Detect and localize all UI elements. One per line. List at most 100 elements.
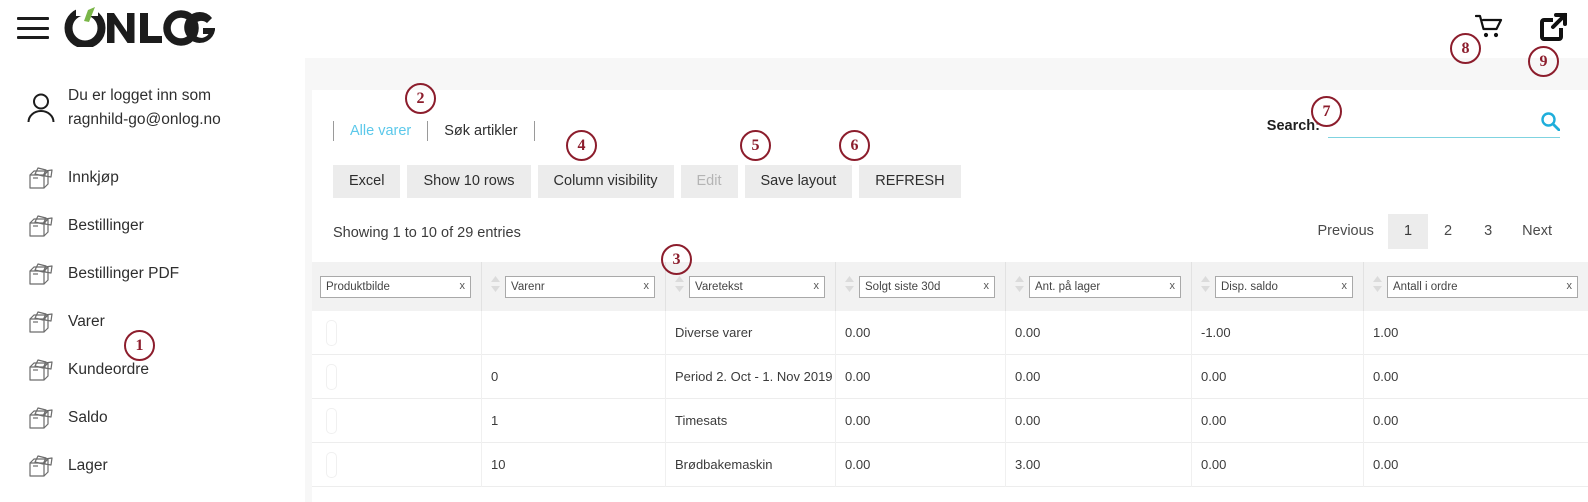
cell-produktbilde — [312, 442, 482, 487]
clear-filter-icon[interactable]: x — [460, 281, 471, 292]
top-bar — [0, 0, 1588, 58]
sidebar-item-label: Bestillinger — [68, 217, 144, 235]
column-filter-text: Produktbilde — [326, 280, 390, 293]
clear-filter-icon[interactable]: x — [814, 281, 825, 292]
column-filter-varetekst[interactable]: Varetekst x — [689, 275, 825, 298]
sidebar-item-bestillinger[interactable]: Bestillinger — [0, 202, 305, 250]
cell-antall-i-ordre: 0.00 — [1373, 457, 1399, 472]
box-icon — [18, 261, 64, 287]
cell-varenr: 0 — [482, 354, 666, 399]
sort-icon[interactable] — [1200, 275, 1211, 298]
hamburger-bar — [17, 36, 49, 39]
app-root: Du er logget inn som ragnhild-go@onlog.n… — [0, 0, 1588, 502]
clear-filter-icon[interactable]: x — [1567, 281, 1578, 292]
tab-sok-artikler[interactable]: Søk artikler — [428, 121, 533, 141]
main-content: Alle varer Søk artikler Search: Excel Sh… — [305, 58, 1588, 502]
sort-icon[interactable] — [674, 275, 685, 298]
pagination-page-2[interactable]: 2 — [1428, 214, 1468, 249]
sidebar-item-label: Varer — [68, 313, 105, 331]
cell-ant-pa-lager: 0.00 — [1006, 310, 1192, 355]
user-greeting: Du er logget inn som — [68, 87, 212, 104]
cell-produktbilde — [312, 310, 482, 355]
sort-icon[interactable] — [1014, 275, 1025, 298]
box-icon — [18, 453, 64, 479]
cell-disp-saldo: 0.00 — [1192, 442, 1364, 487]
column-visibility-button[interactable]: Column visibility — [537, 165, 674, 198]
column-filter-antall-i-ordre[interactable]: Antall i ordre x — [1387, 275, 1578, 298]
table-row[interactable]: 1 Timesats 0.00 0.00 0.00 0.00 — [312, 398, 1588, 443]
table-header-solgt-siste-30d[interactable]: Solgt siste 30d x — [836, 262, 1006, 311]
tab-alle-varer[interactable]: Alle varer — [334, 121, 427, 141]
search-input[interactable] — [1328, 114, 1560, 138]
hamburger-bar — [17, 26, 49, 30]
image-placeholder-icon — [326, 407, 337, 434]
column-filter-produktbilde[interactable]: Produktbilde x — [320, 275, 471, 298]
user-info: Du er logget inn som ragnhild-go@onlog.n… — [68, 84, 221, 132]
sidebar-item-label: Saldo — [68, 409, 108, 427]
sidebar-item-label: Bestillinger PDF — [68, 265, 180, 283]
sort-icon[interactable] — [844, 275, 855, 298]
sidebar: Du er logget inn som ragnhild-go@onlog.n… — [0, 58, 305, 502]
cell-varetekst: Diverse varer — [666, 310, 836, 355]
search-label: Search: — [1266, 118, 1320, 134]
table-header-produktbilde[interactable]: Produktbilde x — [312, 262, 482, 311]
table-row[interactable]: Diverse varer 0.00 0.00 -1.00 1.00 — [312, 310, 1588, 355]
pagination-previous[interactable]: Previous — [1304, 214, 1388, 249]
pagination-next[interactable]: Next — [1508, 214, 1566, 249]
cell-varenr — [482, 310, 666, 355]
image-placeholder-icon — [326, 363, 337, 390]
onlog-logo[interactable] — [64, 4, 216, 50]
hamburger-menu-icon[interactable] — [17, 13, 49, 43]
top-bar-icons — [1472, 10, 1570, 44]
cell-produktbilde — [312, 398, 482, 443]
logout-external-link-icon[interactable] — [1536, 10, 1570, 44]
annotation-badge-5: 5 — [740, 130, 771, 161]
column-filter-disp-saldo[interactable]: Disp. saldo x — [1215, 275, 1353, 298]
cell-antall-i-ordre: 0.00 — [1373, 413, 1399, 428]
cell-ant-pa-lager: 0.00 — [1006, 398, 1192, 443]
cell-solgt-siste-30d: 0.00 — [836, 442, 1006, 487]
pagination-page-3[interactable]: 3 — [1468, 214, 1508, 249]
search-icon[interactable] — [1540, 111, 1561, 136]
clear-filter-icon[interactable]: x — [984, 281, 995, 292]
column-filter-text: Antall i ordre — [1393, 280, 1458, 293]
sort-icon[interactable] — [490, 275, 501, 298]
sidebar-item-label: Kundeordre — [68, 361, 150, 379]
annotation-badge-1: 1 — [124, 330, 155, 361]
sidebar-item-bestillinger-pdf[interactable]: Bestillinger PDF — [0, 250, 305, 298]
column-filter-solgt-siste-30d[interactable]: Solgt siste 30d x — [859, 275, 995, 298]
save-layout-button[interactable]: Save layout — [744, 165, 853, 198]
table-header-antall-i-ordre[interactable]: Antall i ordre x — [1364, 262, 1588, 311]
table-row[interactable]: 10 Brødbakemaskin 0.00 3.00 0.00 0.00 — [312, 442, 1588, 487]
sidebar-user-block: Du er logget inn som ragnhild-go@onlog.n… — [0, 84, 305, 132]
cell-produktbilde — [312, 354, 482, 399]
table-header-varetekst[interactable]: Varetekst x — [666, 262, 836, 311]
column-filter-ant-pa-lager[interactable]: Ant. på lager x — [1029, 275, 1181, 298]
clear-filter-icon[interactable]: x — [644, 281, 655, 292]
table-header-disp-saldo[interactable]: Disp. saldo x — [1192, 262, 1364, 311]
search-area: Search: — [1266, 111, 1561, 138]
box-icon — [18, 165, 64, 191]
sidebar-item-innkjop[interactable]: Innkjøp — [0, 154, 305, 202]
sort-icon[interactable] — [1372, 275, 1383, 298]
cell-varetekst: Period 2. Oct - 1. Nov 2019 — [666, 354, 836, 399]
sidebar-item-lager[interactable]: Lager — [0, 442, 305, 490]
table-header-varenr[interactable]: Varenr x — [482, 262, 666, 311]
annotation-badge-4: 4 — [566, 130, 597, 161]
box-icon — [18, 213, 64, 239]
show-rows-button[interactable]: Show 10 rows — [407, 165, 531, 198]
excel-button[interactable]: Excel — [333, 165, 401, 198]
clear-filter-icon[interactable]: x — [1342, 281, 1353, 292]
box-icon — [18, 357, 64, 383]
pagination-page-1[interactable]: 1 — [1387, 214, 1429, 249]
cell-varenr: 1 — [482, 398, 666, 443]
table-row[interactable]: 0 Period 2. Oct - 1. Nov 2019 0.00 0.00 … — [312, 354, 1588, 399]
clear-filter-icon[interactable]: x — [1170, 281, 1181, 292]
table-header-ant-pa-lager[interactable]: Ant. på lager x — [1006, 262, 1192, 311]
column-filter-varenr[interactable]: Varenr x — [505, 275, 655, 298]
refresh-button[interactable]: REFRESH — [859, 165, 961, 198]
column-filter-text: Solgt siste 30d — [865, 280, 941, 293]
sidebar-item-saldo[interactable]: Saldo — [0, 394, 305, 442]
table-toolbar: Excel Show 10 rows Column visibility Edi… — [333, 165, 961, 198]
image-placeholder-icon — [326, 319, 337, 346]
